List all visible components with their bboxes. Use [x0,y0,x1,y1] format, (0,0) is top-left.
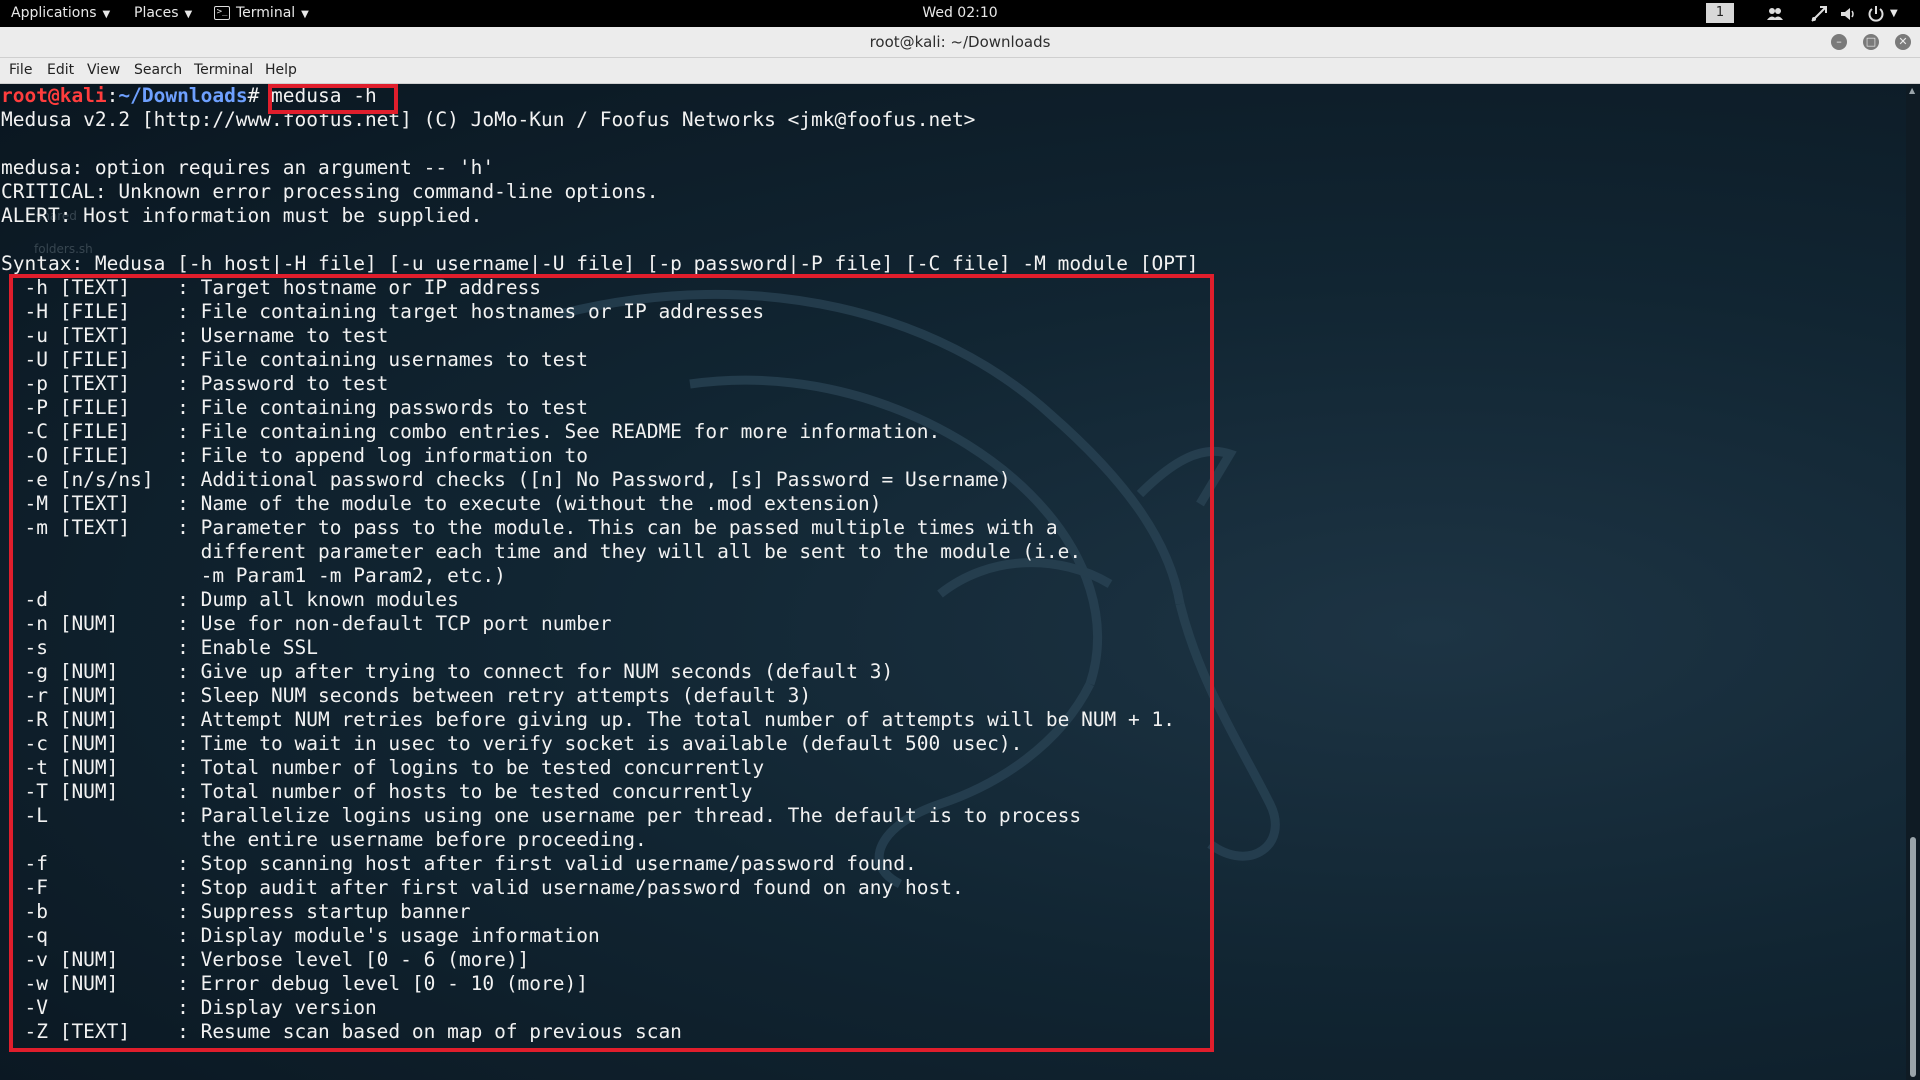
window-titlebar[interactable]: root@kali: ~/Downloads – □ ✕ [0,27,1920,58]
header-line: CRITICAL: Unknown error processing comma… [1,180,659,203]
scrollbar-thumb[interactable] [1910,837,1916,1077]
menu-search[interactable]: Search [133,58,183,83]
clock[interactable]: Wed 02:10 [922,5,997,21]
network-icon[interactable] [1809,4,1829,24]
options-highlight-box [9,274,1214,1052]
header-line: medusa: option requires an argument -- '… [1,156,495,179]
prompt-path: ~/Downloads [118,84,248,107]
prompt-separator: : [106,84,119,107]
users-icon[interactable] [1765,4,1785,24]
chevron-down-icon[interactable]: ▼ [1890,0,1898,27]
chevron-down-icon: ▼ [184,9,193,20]
prompt-line: root@kali:~/Downloads# medusa -h [1,84,1198,108]
prompt-symbol: # [247,84,260,107]
maximize-button[interactable]: □ [1863,34,1879,50]
command-highlight-box [268,84,398,114]
header-line: Medusa v2.2 [http://www.foofus.net] (C) … [1,108,976,131]
menu-terminal[interactable]: Terminal [193,58,254,83]
menu-help[interactable]: Help [264,58,298,83]
terminal-icon: >_ [214,6,230,20]
chevron-down-icon: ▼ [102,9,111,20]
top-panel: Applications ▼ Places ▼ >_ Terminal ▼ Wed 02… [0,0,1920,27]
header-line [1,132,1198,156]
window-title: root@kali: ~/Downloads [869,33,1051,51]
close-button[interactable]: ✕ [1895,34,1911,50]
volume-icon[interactable] [1838,4,1858,24]
applications-label: Applications [11,5,97,21]
menubar: File Edit View Search Terminal Help [0,58,1920,84]
menu-file[interactable]: File [8,58,33,83]
menu-view[interactable]: View [86,58,121,83]
workspace-indicator[interactable]: 1 [1706,3,1734,23]
applications-menu[interactable]: Applications ▼ [11,0,110,27]
header-output: Medusa v2.2 [http://www.foofus.net] (C) … [1,108,1198,276]
minimize-button[interactable]: – [1831,34,1847,50]
power-icon[interactable] [1866,4,1886,24]
terminal-scrollbar[interactable]: ▲ [1906,84,1920,1080]
header-line [1,228,1198,252]
header-line: Syntax: Medusa [-h host|-H file] [-u use… [1,252,1199,275]
places-menu[interactable]: Places ▼ [134,0,192,27]
terminal-view[interactable]: shared folders.sh root@kali:~/Downloads#… [0,84,1906,1080]
places-label: Places [134,5,179,21]
terminal-app-menu[interactable]: >_ Terminal ▼ [214,0,309,27]
chevron-down-icon: ▼ [301,9,309,20]
header-line: ALERT: Host information must be supplied… [1,204,483,227]
menu-edit[interactable]: Edit [46,58,75,83]
terminal-app-label: Terminal [236,5,296,21]
scroll-up-arrow-icon[interactable]: ▲ [1909,86,1915,95]
prompt-user: root@kali [1,84,107,107]
